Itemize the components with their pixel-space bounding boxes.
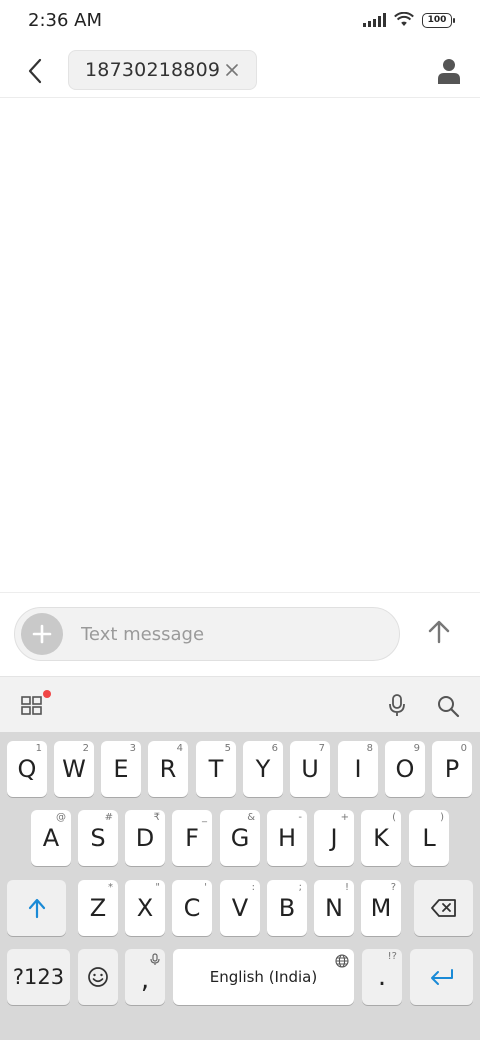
- emoji-key[interactable]: [78, 949, 118, 1005]
- voice-input-button[interactable]: [384, 692, 410, 718]
- notification-dot: [43, 690, 51, 698]
- compose-bar: [0, 592, 480, 676]
- signal-icon: [363, 13, 386, 27]
- key-b[interactable]: B;: [267, 880, 307, 936]
- key-x[interactable]: X ": [125, 880, 165, 936]
- key-l[interactable]: L): [409, 810, 449, 866]
- key-q[interactable]: Q1: [7, 741, 47, 797]
- send-button[interactable]: [422, 615, 456, 649]
- key-t[interactable]: T5: [196, 741, 236, 797]
- key-w[interactable]: W2: [54, 741, 94, 797]
- wifi-icon: [394, 12, 414, 26]
- person-icon: [438, 59, 460, 84]
- key-h[interactable]: H-: [267, 810, 307, 866]
- key-k[interactable]: K(: [361, 810, 401, 866]
- microphone-icon: [389, 694, 405, 716]
- search-icon: [438, 696, 460, 718]
- conversation-header: 18730218809: [0, 44, 480, 98]
- key-e[interactable]: E3: [101, 741, 141, 797]
- key-y[interactable]: Y6: [243, 741, 283, 797]
- mic-hint-icon: [150, 953, 160, 965]
- recipient-number: 18730218809: [85, 59, 221, 81]
- key-m[interactable]: M?: [361, 880, 401, 936]
- key-r[interactable]: R4: [148, 741, 188, 797]
- key-g[interactable]: G &: [220, 810, 260, 866]
- contact-button[interactable]: [434, 56, 464, 86]
- key-u[interactable]: U7: [290, 741, 330, 797]
- back-button[interactable]: [18, 54, 52, 88]
- key-f[interactable]: F _: [172, 810, 212, 866]
- key-z[interactable]: Z *: [78, 880, 118, 936]
- status-time: 2:36 AM: [28, 10, 102, 31]
- shift-key[interactable]: [7, 880, 66, 936]
- shift-arrow-icon: [28, 898, 45, 919]
- chevron-left-icon: [28, 58, 42, 84]
- compose-field: [14, 607, 400, 661]
- grid-icon: [21, 696, 42, 715]
- recipient-chip[interactable]: 18730218809: [68, 50, 257, 90]
- enter-key[interactable]: [410, 949, 473, 1005]
- close-icon: [226, 64, 238, 76]
- arrow-up-icon: [428, 620, 450, 644]
- attach-button[interactable]: [21, 613, 63, 655]
- enter-icon: [430, 969, 453, 985]
- globe-icon: [335, 954, 349, 968]
- backspace-icon: [430, 899, 456, 917]
- key-j[interactable]: J +: [314, 810, 354, 866]
- message-input[interactable]: [81, 618, 381, 650]
- key-o[interactable]: O9: [385, 741, 425, 797]
- comma-key[interactable]: ,: [125, 949, 165, 1005]
- space-key[interactable]: English (India): [173, 949, 354, 1005]
- battery-icon: 100: [422, 12, 455, 28]
- message-list[interactable]: [0, 98, 480, 592]
- smiley-icon: [88, 967, 108, 987]
- key-n[interactable]: N!: [314, 880, 354, 936]
- symbols-key[interactable]: ?123: [7, 949, 70, 1005]
- apps-grid-button[interactable]: [20, 694, 44, 718]
- remove-recipient-button[interactable]: [222, 60, 242, 80]
- key-c[interactable]: C ': [172, 880, 212, 936]
- keyboard: Q1 W2 E3 R4 T5 Y6 U7 I8 O9 P0 A @ S # D ₹ F…: [0, 732, 480, 1040]
- keyboard-search-button[interactable]: [434, 692, 462, 720]
- backspace-key[interactable]: [414, 880, 473, 936]
- period-key[interactable]: . !?: [362, 949, 402, 1005]
- status-icons: 100: [363, 12, 455, 28]
- key-p[interactable]: P0: [432, 741, 472, 797]
- status-bar: 2:36 AM 100: [0, 0, 480, 44]
- keyboard-toolbar: [0, 676, 480, 732]
- key-a[interactable]: A @: [31, 810, 71, 866]
- plus-icon: [32, 624, 52, 644]
- key-s[interactable]: S #: [78, 810, 118, 866]
- key-v[interactable]: V:: [220, 880, 260, 936]
- key-d[interactable]: D ₹: [125, 810, 165, 866]
- key-i[interactable]: I8: [338, 741, 378, 797]
